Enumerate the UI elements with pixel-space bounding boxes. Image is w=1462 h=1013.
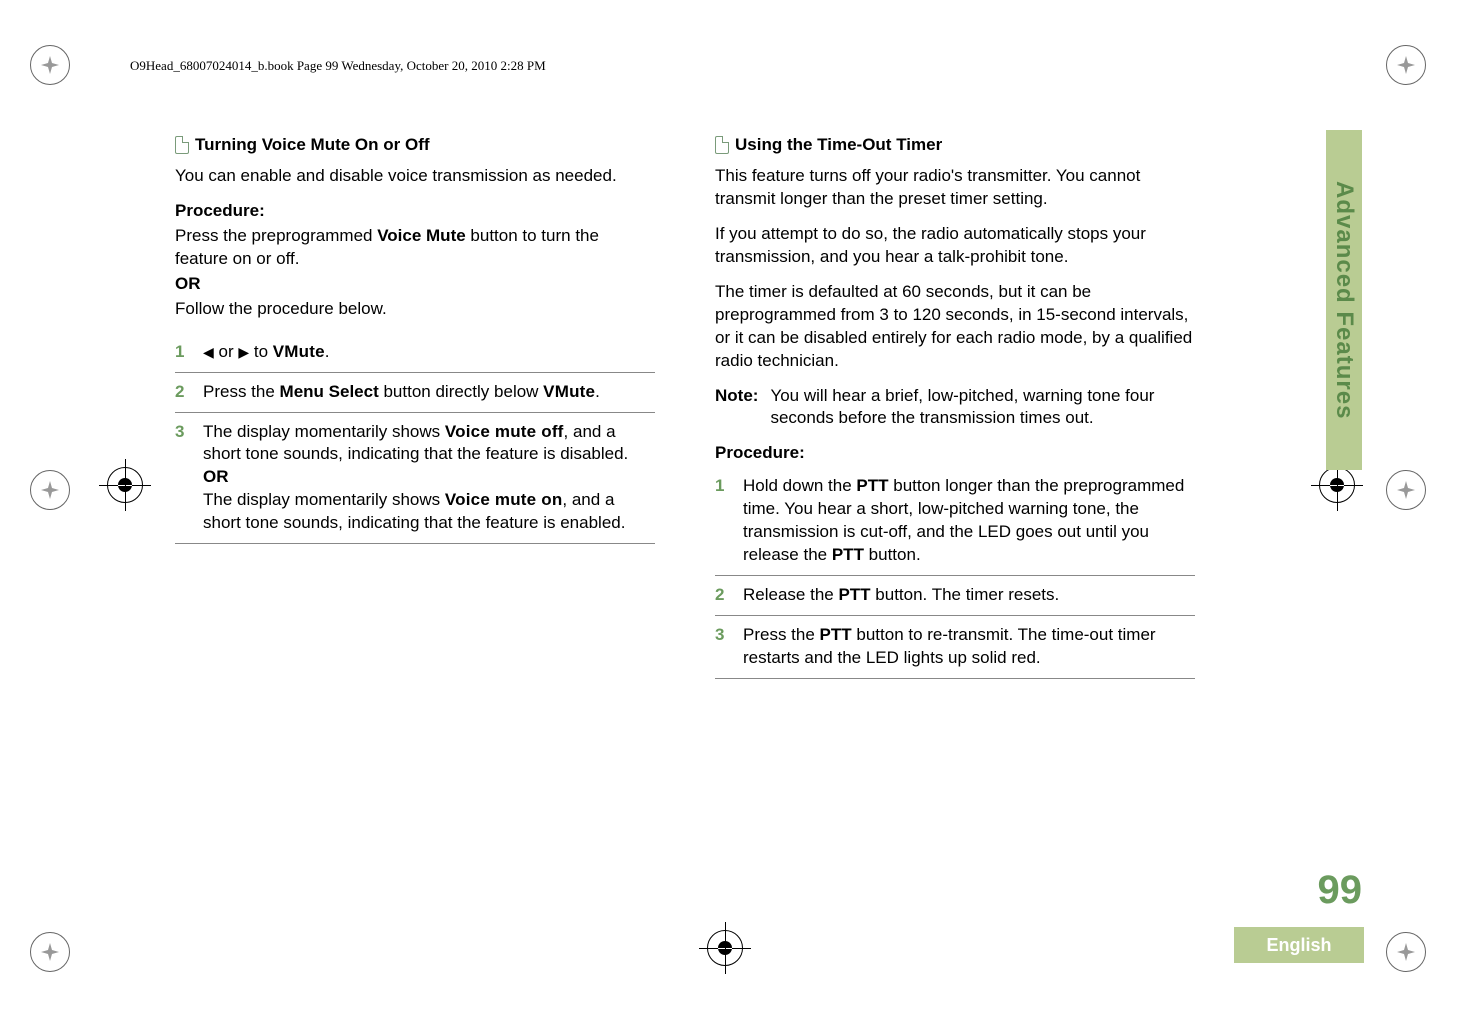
procedure-list: 1 Hold down the PTT button longer than t… bbox=[715, 467, 1195, 679]
left-column: Turning Voice Mute On or Off You can ena… bbox=[175, 135, 655, 679]
body-text: If you attempt to do so, the radio autom… bbox=[715, 223, 1195, 269]
registration-mark bbox=[30, 932, 76, 978]
crop-target bbox=[100, 460, 150, 510]
registration-mark bbox=[30, 45, 76, 91]
body-text: This feature turns off your radio's tran… bbox=[715, 165, 1195, 211]
intro-text: You can enable and disable voice transmi… bbox=[175, 165, 655, 188]
list-item: 1 ◀ or ▶ to VMute. bbox=[175, 333, 655, 372]
section-heading-timeout: Using the Time-Out Timer bbox=[715, 135, 1195, 155]
right-column: Using the Time-Out Timer This feature tu… bbox=[715, 135, 1195, 679]
registration-mark bbox=[30, 470, 76, 516]
pre-step-text: Press the preprogrammed Voice Mute butto… bbox=[175, 225, 655, 271]
page-content: Turning Voice Mute On or Off You can ena… bbox=[175, 135, 1275, 679]
note-text: You will hear a brief, low-pitched, warn… bbox=[770, 385, 1195, 431]
left-arrow-icon: ◀ bbox=[203, 344, 214, 360]
registration-mark bbox=[1386, 470, 1432, 516]
procedure-label: Procedure: bbox=[175, 200, 655, 223]
note-label: Note: bbox=[715, 385, 758, 431]
document-icon bbox=[715, 136, 729, 154]
pre-step-text: Follow the procedure below. bbox=[175, 298, 655, 321]
print-header: O9Head_68007024014_b.book Page 99 Wednes… bbox=[130, 58, 546, 74]
body-text: The timer is defaulted at 60 seconds, bu… bbox=[715, 281, 1195, 373]
page-number: 99 bbox=[1282, 868, 1362, 913]
or-label: OR bbox=[175, 273, 655, 296]
registration-mark bbox=[1386, 45, 1432, 91]
list-item: 3 The display momentarily shows Voice mu… bbox=[175, 412, 655, 545]
list-item: 3 Press the PTT button to re-transmit. T… bbox=[715, 615, 1195, 679]
language-label: English bbox=[1234, 927, 1364, 963]
section-tab: Advanced Features bbox=[1326, 130, 1362, 470]
list-item: 1 Hold down the PTT button longer than t… bbox=[715, 467, 1195, 575]
procedure-list: 1 ◀ or ▶ to VMute. 2 Press the Menu Sele… bbox=[175, 333, 655, 545]
list-item: 2 Release the PTT button. The timer rese… bbox=[715, 575, 1195, 615]
document-icon bbox=[175, 136, 189, 154]
right-arrow-icon: ▶ bbox=[238, 344, 249, 360]
note-block: Note: You will hear a brief, low-pitched… bbox=[715, 385, 1195, 431]
registration-mark bbox=[1386, 932, 1432, 978]
procedure-label: Procedure: bbox=[715, 442, 1195, 465]
crop-target bbox=[700, 923, 750, 973]
section-heading-voice-mute: Turning Voice Mute On or Off bbox=[175, 135, 655, 155]
list-item: 2 Press the Menu Select button directly … bbox=[175, 372, 655, 412]
